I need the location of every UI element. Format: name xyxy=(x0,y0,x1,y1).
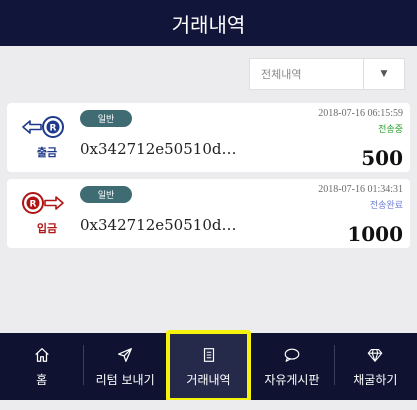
nav-item-board[interactable]: 자유게시판 xyxy=(250,333,333,400)
transaction-status: 전송중 xyxy=(378,125,403,135)
home-icon xyxy=(34,347,49,362)
category-badge: 일반 xyxy=(80,186,132,203)
transaction-card-deposit[interactable]: R 입금 일반 0x342712e50510d… 2018-07-16 01:3… xyxy=(7,179,410,248)
transaction-amount: 1000 xyxy=(347,222,403,246)
category-badge: 일반 xyxy=(80,110,132,127)
transaction-type-label: 입금 xyxy=(36,222,58,235)
transaction-amount: 500 xyxy=(361,146,403,170)
svg-text:R: R xyxy=(30,200,37,210)
nav-item-label: 홈 xyxy=(36,372,48,387)
svg-text:R: R xyxy=(50,124,57,134)
chevron-down-icon[interactable]: ▼ xyxy=(363,59,404,89)
nav-item-label: 리텀 보내기 xyxy=(95,372,155,387)
chat-icon xyxy=(284,348,300,362)
bottom-nav: 홈 리텀 보내기 거래내역 자유게시판 채굴하기 xyxy=(0,333,417,400)
send-icon xyxy=(118,347,133,362)
nav-item-label: 채굴하기 xyxy=(353,372,398,387)
page-title: 거래내역 xyxy=(171,12,246,37)
transaction-date: 2018-07-16 01:34:31 xyxy=(318,184,403,195)
withdraw-arrow-icon: R xyxy=(22,116,64,138)
filter-value: 전체내역 xyxy=(261,68,302,81)
nav-item-home[interactable]: 홈 xyxy=(0,333,83,400)
app-header: 거래내역 xyxy=(0,0,417,46)
wallet-address: 0x342712e50510d… xyxy=(80,216,237,234)
deposit-arrow-icon: R xyxy=(22,192,64,214)
wallet-address: 0x342712e50510d… xyxy=(80,140,237,158)
nav-item-label: 거래내역 xyxy=(186,372,231,387)
transaction-card-withdrawal[interactable]: R 출금 일반 0x342712e50510d… 2018-07-16 06:1… xyxy=(7,103,410,172)
transaction-date: 2018-07-16 06:15:59 xyxy=(318,108,403,119)
document-icon xyxy=(203,347,214,362)
nav-item-mining[interactable]: 채굴하기 xyxy=(333,333,417,400)
bottom-spacer xyxy=(0,400,417,410)
history-filter-select[interactable]: 전체내역 ▼ xyxy=(249,58,405,90)
transaction-type-label: 출금 xyxy=(36,146,58,159)
nav-item-history[interactable]: 거래내역 xyxy=(166,333,251,400)
diamond-icon xyxy=(368,348,383,362)
nav-item-label: 자유게시판 xyxy=(264,372,320,387)
transaction-status: 전송완료 xyxy=(369,201,403,211)
nav-item-send[interactable]: 리텀 보내기 xyxy=(83,333,166,400)
